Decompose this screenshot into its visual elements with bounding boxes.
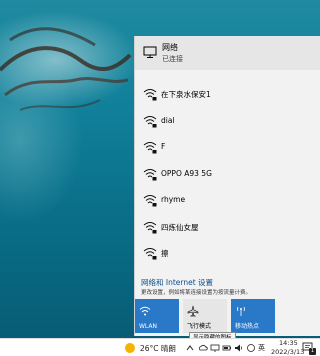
notification-count-badge: 1 [309, 348, 316, 355]
ime-mode-icon[interactable] [246, 343, 256, 353]
cloud-icon[interactable] [198, 343, 208, 353]
ethernet-monitor-icon [143, 46, 157, 58]
connected-network-name: 网络 [162, 43, 178, 52]
quick-tile-wifi[interactable]: WLAN [135, 299, 179, 333]
wifi-network-item[interactable]: rhyme [135, 188, 320, 215]
wifi-network-name: dial [161, 115, 175, 125]
wifi-secured-icon [143, 89, 157, 101]
wifi-secured-icon [143, 142, 157, 154]
quick-tile-label: WLAN [139, 323, 158, 330]
network-settings-link[interactable]: 网络和 Internet 设置 [141, 277, 213, 288]
quick-tile-label: 飞行模式 [187, 323, 212, 330]
network-settings-description: 更改设置，例如将某连接设置为按流量计费。 [141, 290, 252, 296]
wifi-icon [139, 306, 151, 316]
speaker-icon[interactable] [234, 343, 244, 353]
quick-tile-label: 移动热点 [235, 323, 260, 330]
battery-icon[interactable] [222, 343, 232, 353]
weather-widget[interactable]: 26°C 晴朗 [140, 343, 176, 354]
wifi-network-name: OPPO A93 5G [161, 168, 212, 178]
clock-date[interactable]: 2022/3/13 [271, 348, 304, 356]
quick-tile-airplane[interactable]: 飞行模式 [183, 299, 227, 333]
quick-tile-hotspot[interactable]: 移动热点 [231, 299, 275, 333]
wifi-network-name: 四炼仙女屋 [161, 222, 199, 232]
wifi-network-name: 擦 [161, 249, 169, 258]
wifi-secured-icon [143, 115, 157, 127]
input-method-indicator[interactable]: 英 [258, 343, 265, 353]
wifi-secured-icon [143, 248, 157, 260]
taskbar: 26°C 晴朗 英 14:35 2022/3/13 1 [0, 338, 320, 356]
connected-network-item[interactable]: 网络 已连接 [135, 36, 320, 70]
quick-action-tiles: WLAN 飞行模式 移动热点 [135, 299, 320, 335]
wifi-network-name: 在下泉水保安1 [161, 90, 211, 99]
airplane-icon [187, 305, 199, 317]
network-flyout: 网络 已连接 在下泉水保安1 dial F OPPO A93 5G rhyme 四炼仙女屋… [134, 36, 320, 336]
connected-network-status: 已连接 [162, 55, 183, 63]
wifi-network-list: 在下泉水保安1 dial F OPPO A93 5G rhyme 四炼仙女屋擦 [135, 82, 320, 268]
wifi-network-item[interactable]: F [135, 135, 320, 162]
sun-icon[interactable] [125, 343, 135, 353]
chevron-up-icon[interactable] [185, 343, 195, 353]
wifi-network-name: F [161, 142, 166, 151]
wifi-network-item[interactable]: OPPO A93 5G [135, 162, 320, 189]
wifi-secured-icon [143, 168, 157, 180]
wifi-secured-icon [143, 221, 157, 233]
hotspot-icon [237, 306, 245, 316]
network-monitor-icon[interactable] [210, 343, 220, 353]
wifi-network-item[interactable]: 在下泉水保安1 [135, 82, 320, 109]
wifi-network-item[interactable]: 四炼仙女屋 [135, 215, 320, 242]
wifi-network-item[interactable]: dial [135, 109, 320, 136]
wifi-network-item[interactable]: 擦 [135, 241, 320, 268]
clock-time[interactable]: 14:35 [279, 339, 298, 347]
wifi-network-name: rhyme [161, 195, 186, 204]
wifi-secured-icon [143, 195, 157, 207]
